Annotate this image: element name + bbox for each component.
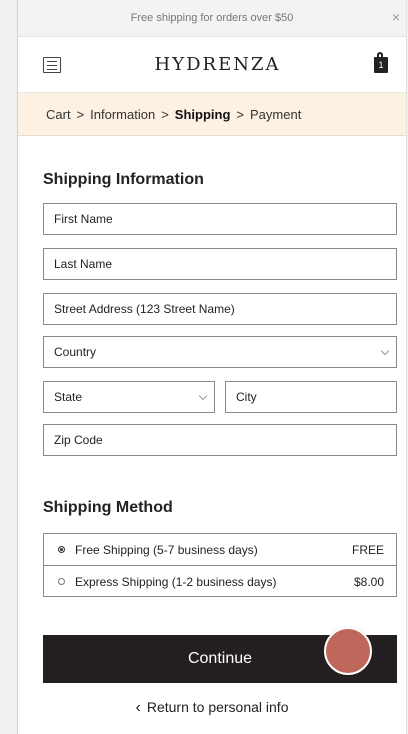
- shipping-information-title: Shipping Information: [43, 171, 204, 188]
- first-name-placeholder: First Name: [54, 212, 113, 226]
- shipping-option-price: FREE: [351, 542, 384, 557]
- first-name-field[interactable]: First Name: [43, 203, 397, 235]
- close-icon[interactable]: ×: [392, 9, 400, 25]
- chevron-left-icon: ‹: [135, 699, 141, 716]
- shipping-method-list: Free Shipping (5-7 business days) FREE E…: [43, 533, 397, 597]
- zip-code-placeholder: Zip Code: [54, 433, 103, 447]
- street-address-field[interactable]: Street Address (123 Street Name): [43, 293, 397, 325]
- breadcrumb-information[interactable]: Information: [90, 107, 155, 122]
- cart-count-badge: 1: [378, 59, 384, 70]
- last-name-field[interactable]: Last Name: [43, 248, 397, 280]
- city-field[interactable]: City: [225, 381, 397, 413]
- return-link-label: Return to personal info: [146, 699, 289, 715]
- site-header: HYDRENZA 1: [18, 37, 406, 93]
- return-to-personal-info-link[interactable]: ‹ Return to personal info: [18, 699, 406, 717]
- city-placeholder: City: [236, 390, 257, 404]
- breadcrumb-separator: >: [161, 106, 169, 122]
- brand-logo[interactable]: HYDRENZA: [155, 54, 281, 75]
- shipping-option-label: Express Shipping (1-2 business days): [75, 574, 277, 589]
- state-select[interactable]: State: [43, 381, 215, 413]
- breadcrumb-separator: >: [236, 106, 244, 122]
- street-address-placeholder: Street Address (123 Street Name): [54, 302, 235, 316]
- radio-unselected-icon[interactable]: [58, 578, 65, 585]
- promo-text: Free shipping for orders over $50: [130, 12, 294, 24]
- shipping-method-title: Shipping Method: [43, 499, 173, 516]
- shipping-option-price: $8.00: [353, 574, 384, 589]
- shipping-option-free[interactable]: Free Shipping (5-7 business days) FREE: [44, 534, 396, 565]
- radio-selected-icon[interactable]: [58, 546, 65, 553]
- last-name-placeholder: Last Name: [54, 257, 113, 271]
- logo-text: HYDRENZA: [154, 54, 281, 75]
- breadcrumb-payment: Payment: [250, 106, 302, 122]
- country-select[interactable]: Country: [43, 336, 397, 368]
- promo-banner: Free shipping for orders over $50 ×: [18, 0, 406, 37]
- shopping-bag-icon[interactable]: 1: [374, 51, 388, 73]
- breadcrumb-shipping: Shipping: [174, 106, 231, 122]
- zip-code-field[interactable]: Zip Code: [43, 424, 397, 456]
- touch-indicator: [324, 627, 372, 675]
- state-placeholder: State: [54, 390, 83, 404]
- breadcrumb: Cart > Information > Shipping > Payment: [18, 93, 406, 136]
- shipping-option-express[interactable]: Express Shipping (1-2 business days) $8.…: [44, 565, 396, 597]
- breadcrumb-cart[interactable]: Cart: [46, 107, 71, 122]
- breadcrumb-separator: >: [76, 106, 85, 122]
- shipping-option-label: Free Shipping (5-7 business days): [75, 542, 258, 557]
- menu-icon[interactable]: [43, 56, 61, 73]
- checkout-screen: Free shipping for orders over $50 × HYDR…: [17, 0, 407, 734]
- country-placeholder: Country: [54, 345, 97, 359]
